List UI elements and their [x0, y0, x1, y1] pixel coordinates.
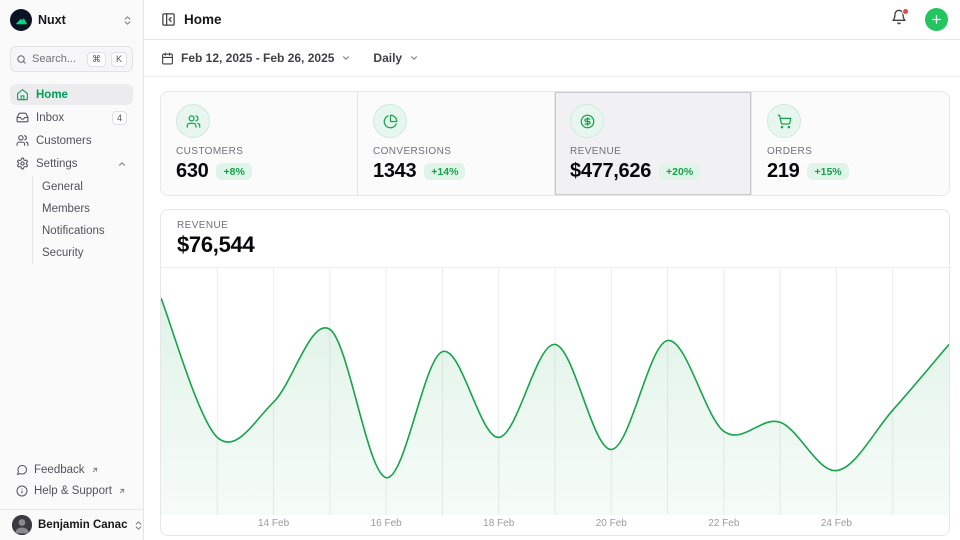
stat-label: CUSTOMERS [176, 146, 342, 157]
nuxt-logo-icon [10, 9, 32, 31]
feedback-link[interactable]: Feedback [10, 459, 133, 480]
stats-row: CUSTOMERS 630 +8% CONVERSIONS 1343 +14% [160, 91, 950, 196]
stat-label: REVENUE [570, 146, 736, 157]
x-axis-tick-label: 18 Feb [483, 518, 514, 529]
sidebar: Nuxt Search... ⌘ K Home [0, 0, 144, 540]
stat-delta-badge: +15% [807, 163, 848, 180]
feedback-label: Feedback [34, 464, 85, 476]
sidebar-item-general[interactable]: General [42, 176, 133, 198]
inbox-icon [16, 111, 29, 124]
stat-delta-badge: +14% [424, 163, 465, 180]
stat-delta-badge: +8% [216, 163, 251, 180]
stat-card-orders[interactable]: ORDERS 219 +15% [752, 92, 949, 195]
kbd-k: K [111, 52, 127, 67]
chevron-up-down-icon [133, 520, 144, 531]
notification-dot [902, 8, 909, 15]
sidebar-nav: Home Inbox 4 Customers Settings [0, 82, 143, 264]
chart-header: REVENUE $76,544 [161, 210, 949, 268]
sidebar-item-members[interactable]: Members [42, 198, 133, 220]
chevron-up-icon [117, 159, 127, 169]
sidebar-item-label: Customers [36, 135, 127, 147]
granularity-value: Daily [373, 51, 402, 65]
main-panel: Home Feb 12, 2025 - Feb 26, 2025 Daily [144, 0, 960, 540]
stat-card-customers[interactable]: CUSTOMERS 630 +8% [161, 92, 358, 195]
dashboard-app: Nuxt Search... ⌘ K Home [0, 0, 960, 540]
sidebar-item-inbox[interactable]: Inbox 4 [10, 107, 133, 128]
message-bubble-icon [16, 464, 28, 476]
user-name: Benjamin Canac [38, 519, 127, 531]
gear-icon [16, 157, 29, 170]
chart-metric-value: $76,544 [177, 232, 933, 258]
cart-icon [767, 104, 801, 138]
page-content: CUSTOMERS 630 +8% CONVERSIONS 1343 +14% [144, 77, 960, 536]
workspace-switcher[interactable]: Nuxt [0, 0, 143, 40]
collapse-sidebar-icon[interactable] [161, 12, 176, 27]
home-icon [16, 88, 29, 101]
sidebar-item-label: Inbox [36, 112, 105, 124]
date-range-picker[interactable]: Feb 12, 2025 - Feb 26, 2025 [161, 51, 351, 65]
sidebar-item-customers[interactable]: Customers [10, 130, 133, 151]
sidebar-item-security[interactable]: Security [42, 242, 133, 264]
chevron-down-icon [409, 53, 419, 63]
stat-value: 219 [767, 160, 799, 183]
notifications-button[interactable] [891, 9, 907, 30]
chart-x-axis: 14 Feb 16 Feb 18 Feb 20 Feb 22 Feb 24 Feb [161, 515, 949, 535]
page-header: Home [144, 0, 960, 40]
user-menu[interactable]: Benjamin Canac [0, 509, 143, 540]
x-axis-tick-label: 24 Feb [821, 518, 852, 529]
stat-card-conversions[interactable]: CONVERSIONS 1343 +14% [358, 92, 555, 195]
search-placeholder: Search... [32, 53, 82, 65]
avatar [12, 515, 32, 535]
revenue-area-chart[interactable] [161, 268, 949, 515]
search-icon [16, 54, 27, 65]
stat-card-revenue[interactable]: REVENUE $477,626 +20% [555, 92, 752, 195]
users-icon [16, 134, 29, 147]
calendar-icon [161, 52, 174, 65]
help-support-link[interactable]: Help & Support [10, 480, 133, 501]
pie-chart-icon [373, 104, 407, 138]
stat-value: 630 [176, 160, 208, 183]
kbd-cmd: ⌘ [87, 52, 106, 67]
x-axis-tick-label: 20 Feb [596, 518, 627, 529]
help-support-label: Help & Support [34, 485, 112, 497]
date-range-value: Feb 12, 2025 - Feb 26, 2025 [181, 51, 334, 65]
users-icon [176, 104, 210, 138]
chevron-up-down-icon [122, 15, 133, 26]
x-axis-tick-label: 22 Feb [708, 518, 739, 529]
stat-value: $477,626 [570, 160, 651, 183]
x-axis-tick-label: 14 Feb [258, 518, 289, 529]
workspace-name: Nuxt [38, 13, 116, 27]
info-circle-icon [16, 485, 28, 497]
revenue-chart-card: REVENUE $76,544 14 Feb 16 Feb 18 Feb 20 Feb… [160, 209, 950, 536]
stat-delta-badge: +20% [659, 163, 700, 180]
sidebar-item-home[interactable]: Home [10, 84, 133, 105]
chevron-down-icon [341, 53, 351, 63]
page-title: Home [184, 12, 883, 27]
sidebar-item-settings[interactable]: Settings [10, 153, 133, 174]
stat-label: ORDERS [767, 146, 934, 157]
stat-value: 1343 [373, 160, 416, 183]
search-input[interactable]: Search... ⌘ K [10, 46, 133, 72]
sidebar-footer: Feedback Help & Support [0, 459, 143, 505]
stat-label: CONVERSIONS [373, 146, 539, 157]
sidebar-item-notifications[interactable]: Notifications [42, 220, 133, 242]
circle-dollar-icon [570, 104, 604, 138]
filters-toolbar: Feb 12, 2025 - Feb 26, 2025 Daily [144, 40, 960, 77]
settings-submenu: General Members Notifications Security [32, 176, 133, 264]
sidebar-item-label: Home [36, 89, 127, 101]
inbox-count-badge: 4 [112, 111, 127, 125]
chart-metric-label: REVENUE [177, 220, 933, 231]
add-button[interactable] [925, 8, 948, 31]
granularity-select[interactable]: Daily [373, 51, 419, 65]
external-link-icon [118, 487, 126, 495]
external-link-icon [91, 466, 99, 474]
plus-icon [930, 13, 943, 26]
sidebar-item-label: Settings [36, 158, 110, 170]
x-axis-tick-label: 16 Feb [371, 518, 402, 529]
